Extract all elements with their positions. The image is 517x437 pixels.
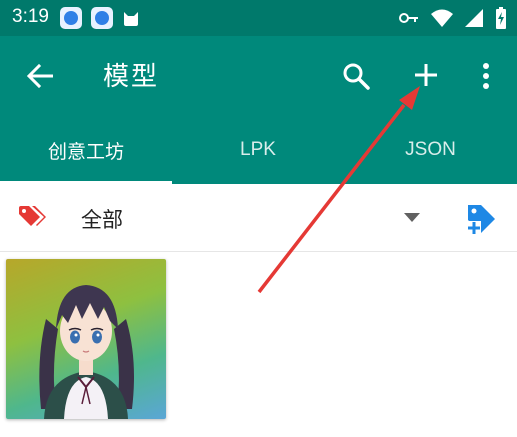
more-vertical-icon[interactable] (474, 62, 498, 90)
page-title: 模型 (103, 62, 160, 92)
app-bar: 模型 (0, 36, 517, 116)
anime-character-thumbnail (39, 285, 134, 419)
battery-icon (496, 7, 506, 29)
status-time: 3:19 (12, 6, 49, 27)
add-icon[interactable] (413, 62, 439, 88)
tab-workshop[interactable]: 创意工坊 (0, 116, 172, 184)
filter-row[interactable]: 全部 (0, 184, 517, 252)
dropdown-arrow-icon[interactable] (404, 213, 420, 223)
app-badge-icon (60, 7, 82, 29)
app-badge-icon (91, 7, 113, 29)
cat-icon (124, 12, 138, 26)
filter-label: 全部 (81, 208, 123, 232)
model-card[interactable] (6, 259, 166, 419)
tab-lpk[interactable]: LPK (172, 116, 344, 184)
add-tag-icon[interactable] (465, 203, 497, 235)
model-grid (0, 253, 517, 437)
status-icons (399, 7, 507, 29)
wifi-icon (431, 9, 453, 27)
tab-json[interactable]: JSON (344, 116, 517, 184)
status-bar: 3:19 (0, 0, 517, 36)
search-icon[interactable] (342, 62, 370, 90)
tab-bar: 创意工坊 LPK JSON (0, 116, 517, 184)
signal-icon (465, 9, 483, 27)
tags-icon (19, 206, 46, 226)
back-arrow-icon[interactable] (27, 64, 53, 88)
key-icon (399, 13, 418, 23)
